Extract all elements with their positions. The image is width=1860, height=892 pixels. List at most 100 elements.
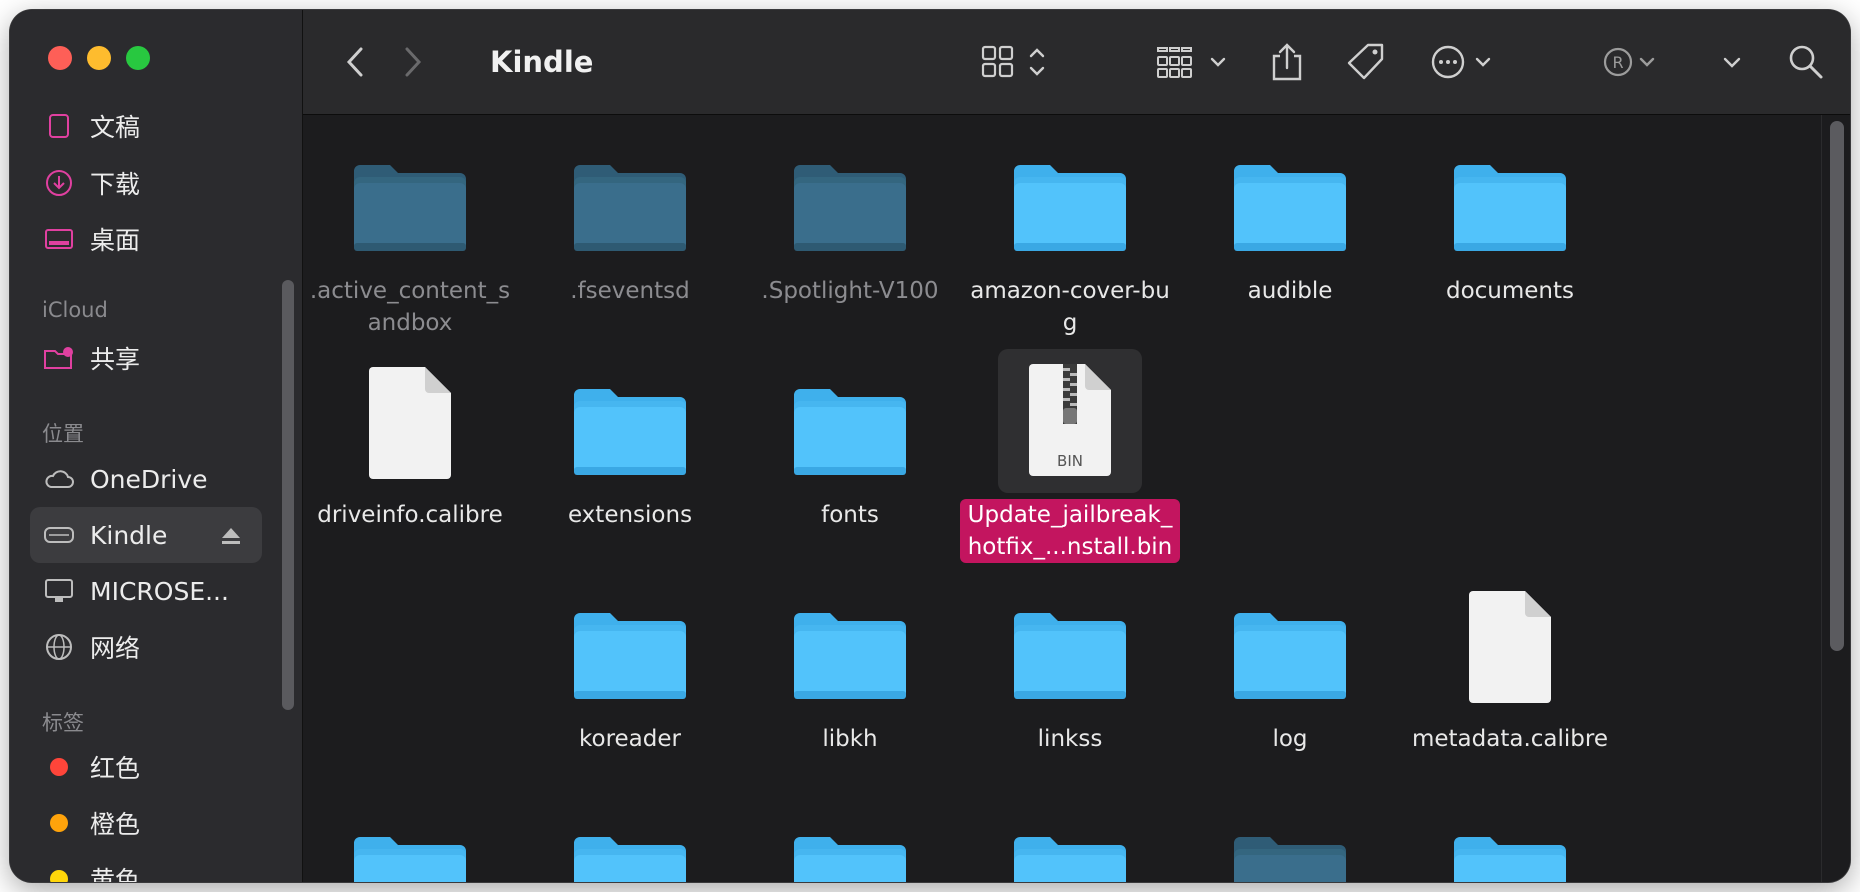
display-icon — [42, 574, 76, 608]
folder-item[interactable]: .active_content_sandbox — [303, 135, 520, 339]
sidebar-item-downloads[interactable]: 下载 — [30, 155, 262, 211]
folder-icon — [998, 807, 1142, 882]
toolbar-overflow-button[interactable] — [1721, 10, 1743, 114]
folder-item[interactable]: linkss — [960, 583, 1180, 755]
file-name-label: linkss — [1037, 726, 1103, 752]
file-name-label: fonts — [821, 502, 879, 528]
section-header-icloud: iCloud — [42, 298, 108, 322]
tag-icon — [1347, 43, 1384, 80]
file-item[interactable]: metadata.calibre — [1400, 583, 1620, 755]
view-mode-button[interactable] — [981, 10, 1051, 114]
sidebar-item-network[interactable]: 网络 — [30, 619, 262, 675]
folder-icon — [338, 807, 482, 882]
sidebar-tag-orange[interactable]: 橙色 — [30, 795, 262, 851]
extension-button[interactable]: R — [1603, 10, 1659, 114]
folder-item[interactable]: amazon-cover-bug — [960, 135, 1180, 339]
folder-icon — [1218, 583, 1362, 707]
folder-icon — [778, 807, 922, 882]
forward-button[interactable] — [403, 10, 423, 114]
file-item[interactable]: BIN Update_jailbreak_hotfix_...nstall.bin — [960, 349, 1180, 563]
sidebar-item-label: 红色 — [90, 754, 141, 783]
file-grid: .active_content_sandbox .fseventsd .Spotli… — [303, 115, 1850, 882]
back-button[interactable] — [345, 10, 365, 114]
more-icon — [1431, 45, 1491, 79]
action-menu-button[interactable] — [1431, 10, 1497, 114]
content-scrollbar-thumb[interactable] — [1830, 121, 1844, 651]
network-icon — [42, 630, 76, 664]
shared-folder-icon — [42, 341, 76, 375]
sidebar-item-label: 桌面 — [90, 226, 141, 255]
eject-icon[interactable] — [220, 523, 242, 552]
sidebar-item-documents[interactable]: 文稿 — [30, 98, 262, 154]
tag-dot-icon — [42, 862, 76, 882]
group-grid-icon — [1157, 47, 1226, 78]
folder-item[interactable]: koreader — [520, 583, 740, 755]
sidebar-tag-yellow[interactable]: 黄色 — [30, 851, 262, 882]
search-icon — [1789, 45, 1823, 79]
chevron-down-icon — [1723, 57, 1741, 68]
folder-item[interactable] — [1180, 807, 1400, 882]
document-file-icon — [338, 359, 482, 483]
folder-item[interactable] — [303, 807, 520, 882]
window-title: Kindle — [490, 45, 594, 79]
finder-window: 文稿 下载 桌面 iCloud 共享 位置 OneDrive Kindle MI… — [10, 10, 1850, 882]
sidebar-scrollbar[interactable] — [282, 280, 294, 710]
folder-icon — [1438, 135, 1582, 259]
file-name-label: .Spotlight-V100 — [761, 278, 939, 304]
folder-icon — [558, 359, 702, 483]
sidebar-item-kindle[interactable]: Kindle — [30, 507, 262, 563]
folder-icon — [1438, 807, 1582, 882]
desktop-icon — [42, 222, 76, 256]
svg-text:R: R — [1612, 53, 1623, 72]
file-name-label: .fseventsd — [570, 278, 690, 304]
folder-item[interactable]: log — [1180, 583, 1400, 755]
sidebar-item-microsoft[interactable]: MICROSE... — [30, 563, 262, 619]
folder-item[interactable]: documents — [1400, 135, 1620, 307]
tag-dot-icon — [42, 750, 76, 784]
folder-item[interactable] — [740, 807, 960, 882]
folder-icon — [998, 135, 1142, 259]
folder-item[interactable]: .fseventsd — [520, 135, 740, 307]
zoom-button[interactable] — [126, 46, 150, 70]
file-name-label: Update_jailbreak_hotfix_...nstall.bin — [960, 499, 1180, 563]
folder-item[interactable] — [520, 807, 740, 882]
close-button[interactable] — [48, 46, 72, 70]
sidebar-item-desktop[interactable]: 桌面 — [30, 211, 262, 267]
sidebar-item-label: 文稿 — [90, 113, 141, 142]
sidebar-item-onedrive[interactable]: OneDrive — [30, 451, 262, 507]
folder-item[interactable]: libkh — [740, 583, 960, 755]
document-file-icon — [1438, 583, 1582, 707]
folder-icon — [1218, 135, 1362, 259]
file-name-label: documents — [1445, 278, 1575, 304]
folder-item[interactable] — [1400, 807, 1620, 882]
file-name-label: extensions — [567, 502, 693, 528]
sidebar-tag-red[interactable]: 红色 — [30, 739, 262, 795]
archive-file-icon: BIN — [998, 349, 1142, 493]
file-name-label: audible — [1247, 278, 1333, 304]
content-scrollbar[interactable] — [1821, 115, 1850, 882]
folder-item[interactable]: .Spotlight-V100 — [740, 135, 960, 307]
folder-item[interactable]: audible — [1180, 135, 1400, 307]
folder-icon — [558, 807, 702, 882]
folder-item[interactable]: fonts — [740, 359, 960, 531]
folder-icon — [1218, 807, 1362, 882]
search-button[interactable] — [1787, 10, 1825, 114]
svg-text:BIN: BIN — [1057, 452, 1083, 470]
tag-button[interactable] — [1346, 10, 1386, 114]
folder-item[interactable]: extensions — [520, 359, 740, 531]
file-name-label: driveinfo.calibre — [317, 502, 503, 528]
folder-icon — [778, 135, 922, 259]
file-item[interactable]: driveinfo.calibre — [303, 359, 520, 531]
window-controls — [48, 46, 150, 70]
folder-icon — [558, 583, 702, 707]
group-button[interactable] — [1156, 10, 1228, 114]
share-button[interactable] — [1270, 10, 1304, 114]
sidebar-item-shared[interactable]: 共享 — [30, 330, 262, 386]
file-name-label: amazon-cover-bug — [970, 278, 1170, 336]
minimize-button[interactable] — [87, 46, 111, 70]
folder-item[interactable] — [960, 807, 1180, 882]
folder-icon — [778, 583, 922, 707]
toolbar: Kindle R — [303, 10, 1850, 115]
sidebar-item-label: 黄色 — [90, 866, 141, 882]
folder-icon — [778, 359, 922, 483]
